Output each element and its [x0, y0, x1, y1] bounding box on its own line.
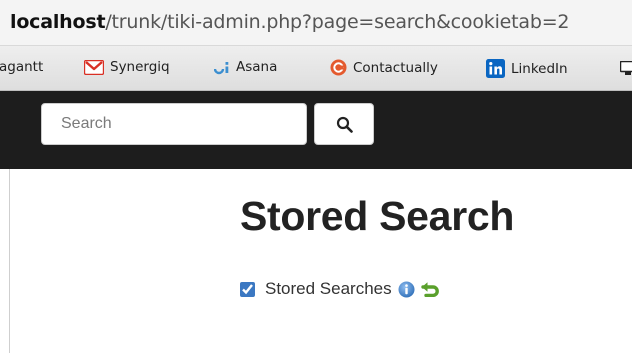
linkedin-icon	[486, 59, 505, 78]
bookmark-agantt[interactable]: agantt	[0, 59, 43, 75]
preference-stored-searches: Stored Searches	[240, 279, 440, 299]
green-arrow-icon[interactable]	[420, 281, 440, 298]
bookmark-overflow[interactable]	[619, 60, 632, 76]
bookmark-label: Synergiq	[110, 59, 170, 75]
bookmarks-bar: agantt Synergiq Asana Contactually Linke…	[0, 46, 632, 91]
bookmark-label: Contactually	[353, 59, 438, 76]
search-button[interactable]	[314, 103, 374, 145]
asana-icon	[213, 60, 230, 75]
bookmark-label: Asana	[236, 59, 278, 75]
bookmark-contactually[interactable]: Contactually	[330, 59, 438, 76]
monitor-icon	[619, 60, 632, 76]
bookmark-label: agantt	[0, 59, 44, 75]
stored-searches-label[interactable]: Stored Searches	[265, 279, 392, 299]
url-host: localhost	[10, 11, 106, 33]
bookmark-asana[interactable]: Asana	[213, 59, 278, 75]
bookmark-linkedin[interactable]: LinkedIn	[486, 59, 568, 78]
gmail-icon	[83, 59, 105, 75]
bookmark-synergiq[interactable]: Synergiq	[83, 59, 170, 75]
address-bar[interactable]: localhost/trunk/tiki-admin.php?page=sear…	[0, 0, 632, 46]
contactually-icon	[330, 59, 347, 76]
bookmark-label: LinkedIn	[511, 60, 568, 77]
info-icon[interactable]	[398, 281, 415, 298]
search-input[interactable]	[41, 103, 307, 145]
content-border	[9, 169, 10, 353]
url-text[interactable]: localhost/trunk/tiki-admin.php?page=sear…	[10, 11, 570, 33]
page-title: Stored Search	[240, 193, 515, 239]
browser-window: localhost/trunk/tiki-admin.php?page=sear…	[0, 0, 632, 353]
url-path: /trunk/tiki-admin.php?page=search&cookie…	[105, 11, 570, 33]
stored-searches-checkbox[interactable]	[240, 281, 255, 297]
search-icon	[336, 116, 353, 133]
top-navbar	[0, 91, 632, 169]
